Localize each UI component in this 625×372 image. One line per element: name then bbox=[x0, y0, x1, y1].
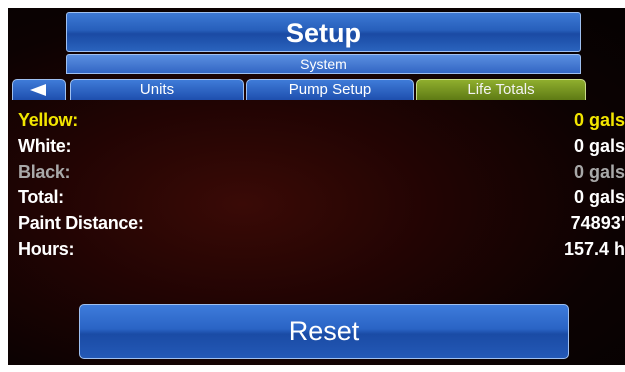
row-label: Hours: bbox=[18, 238, 75, 259]
reset-button[interactable]: Reset bbox=[79, 304, 569, 359]
tab-pump-setup[interactable]: Pump Setup bbox=[246, 79, 414, 100]
total-row-yellow: Yellow: 0 gals bbox=[8, 108, 625, 134]
page-title: Setup bbox=[66, 12, 581, 52]
left-arrow-icon bbox=[30, 84, 46, 96]
total-row-paint-distance: Paint Distance: 74893' bbox=[8, 211, 625, 237]
row-value: 0 gals bbox=[573, 187, 625, 208]
row-value: 0 gals bbox=[573, 135, 625, 156]
row-label: White: bbox=[18, 135, 72, 156]
section-subtitle: System bbox=[66, 54, 581, 74]
total-row-total: Total: 0 gals bbox=[8, 185, 625, 211]
total-row-hours: Hours: 157.4 h bbox=[8, 237, 625, 263]
back-button[interactable] bbox=[12, 79, 66, 100]
row-value: 0 gals bbox=[573, 110, 625, 130]
tab-units[interactable]: Units bbox=[70, 79, 244, 100]
device-screen: Setup System Units Pump Setup Life Total… bbox=[8, 8, 625, 365]
tab-life-totals[interactable]: Life Totals bbox=[416, 79, 586, 100]
total-row-white: White: 0 gals bbox=[8, 134, 625, 160]
total-row-black: Black: 0 gals bbox=[8, 160, 625, 186]
row-value: 0 gals bbox=[573, 161, 625, 182]
row-label: Total: bbox=[18, 187, 64, 208]
row-label: Yellow: bbox=[18, 110, 78, 130]
row-value: 74893' bbox=[570, 213, 625, 234]
tab-bar: Units Pump Setup Life Totals bbox=[12, 79, 587, 100]
row-label: Black: bbox=[18, 161, 71, 182]
row-label: Paint Distance: bbox=[18, 213, 144, 234]
row-value: 157.4 h bbox=[563, 238, 625, 259]
totals-list: Yellow: 0 gals White: 0 gals Black: 0 ga… bbox=[8, 108, 625, 263]
